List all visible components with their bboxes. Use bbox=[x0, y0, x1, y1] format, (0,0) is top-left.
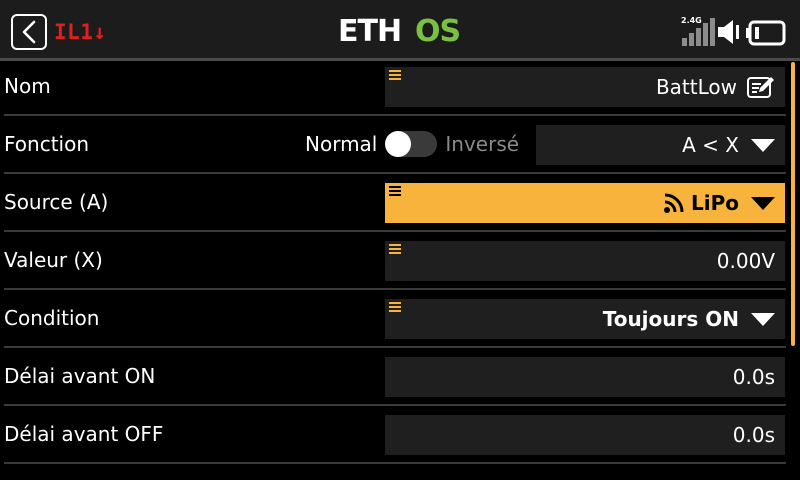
toggle-normal-label: Normal bbox=[305, 132, 378, 156]
drag-handle-icon bbox=[389, 244, 401, 254]
chevron-down-icon bbox=[751, 138, 775, 152]
fonction-label: Fonction bbox=[4, 132, 90, 156]
signal-strength-icon bbox=[682, 18, 715, 46]
row-nom: Nom BattLow bbox=[0, 58, 790, 116]
speaker-icon[interactable] bbox=[716, 19, 742, 45]
nom-value: BattLow bbox=[655, 75, 737, 99]
fonction-dropdown[interactable]: A < X bbox=[536, 125, 785, 165]
row-delai-on: Délai avant ON 0.0s bbox=[0, 348, 790, 406]
invert-toggle[interactable] bbox=[385, 131, 438, 157]
chevron-down-icon bbox=[751, 196, 775, 210]
chevron-down-icon bbox=[751, 312, 775, 326]
valeur-value: 0.00V bbox=[716, 249, 775, 273]
chevron-left-icon bbox=[22, 20, 36, 44]
svg-text:OS: OS bbox=[415, 14, 460, 47]
svg-text:ETH: ETH bbox=[338, 14, 401, 47]
row-valeur: Valeur (X) 0.00V bbox=[0, 232, 790, 290]
drag-handle-icon bbox=[389, 70, 401, 80]
valeur-field[interactable]: 0.00V bbox=[385, 241, 785, 281]
valeur-label: Valeur (X) bbox=[4, 248, 103, 272]
nom-field[interactable]: BattLow bbox=[385, 67, 785, 107]
back-button[interactable] bbox=[11, 14, 47, 50]
fonction-toggle-group: Normal Inversé bbox=[305, 116, 519, 172]
ethos-logo: ETH OS bbox=[338, 14, 461, 47]
logic-switch-label: IL1↓ bbox=[54, 20, 107, 44]
row-delai-off: Délai avant OFF 0.0s bbox=[0, 406, 790, 464]
scrollbar[interactable] bbox=[791, 62, 795, 346]
row-condition: Condition Toujours ON bbox=[0, 290, 790, 348]
condition-label: Condition bbox=[4, 306, 100, 330]
row-divider bbox=[4, 462, 786, 464]
condition-dropdown[interactable]: Toujours ON bbox=[385, 299, 785, 339]
nom-label: Nom bbox=[4, 74, 51, 98]
edit-icon bbox=[747, 77, 774, 98]
toggle-knob bbox=[385, 131, 412, 157]
condition-value: Toujours ON bbox=[602, 307, 739, 331]
delai-on-value: 0.0s bbox=[732, 365, 775, 389]
drag-handle-icon bbox=[389, 186, 401, 196]
telemetry-icon bbox=[664, 193, 684, 213]
battery-icon bbox=[746, 20, 786, 46]
source-value: LiPo bbox=[691, 191, 739, 215]
source-dropdown[interactable]: LiPo bbox=[385, 183, 785, 223]
row-fonction: Fonction Normal Inversé A < X bbox=[0, 116, 790, 174]
drag-handle-icon bbox=[389, 302, 401, 312]
delai-on-field[interactable]: 0.0s bbox=[385, 357, 785, 397]
delai-on-label: Délai avant ON bbox=[4, 364, 156, 388]
header-bar: IL1↓ ETH OS 2.4G bbox=[0, 0, 800, 58]
delai-off-label: Délai avant OFF bbox=[4, 422, 164, 446]
delai-off-value: 0.0s bbox=[732, 423, 775, 447]
source-label: Source (A) bbox=[4, 190, 109, 214]
row-source: Source (A) LiPo bbox=[0, 174, 790, 232]
delai-off-field[interactable]: 0.0s bbox=[385, 415, 785, 455]
fonction-value: A < X bbox=[682, 133, 739, 157]
toggle-inverse-label: Inversé bbox=[445, 132, 520, 156]
